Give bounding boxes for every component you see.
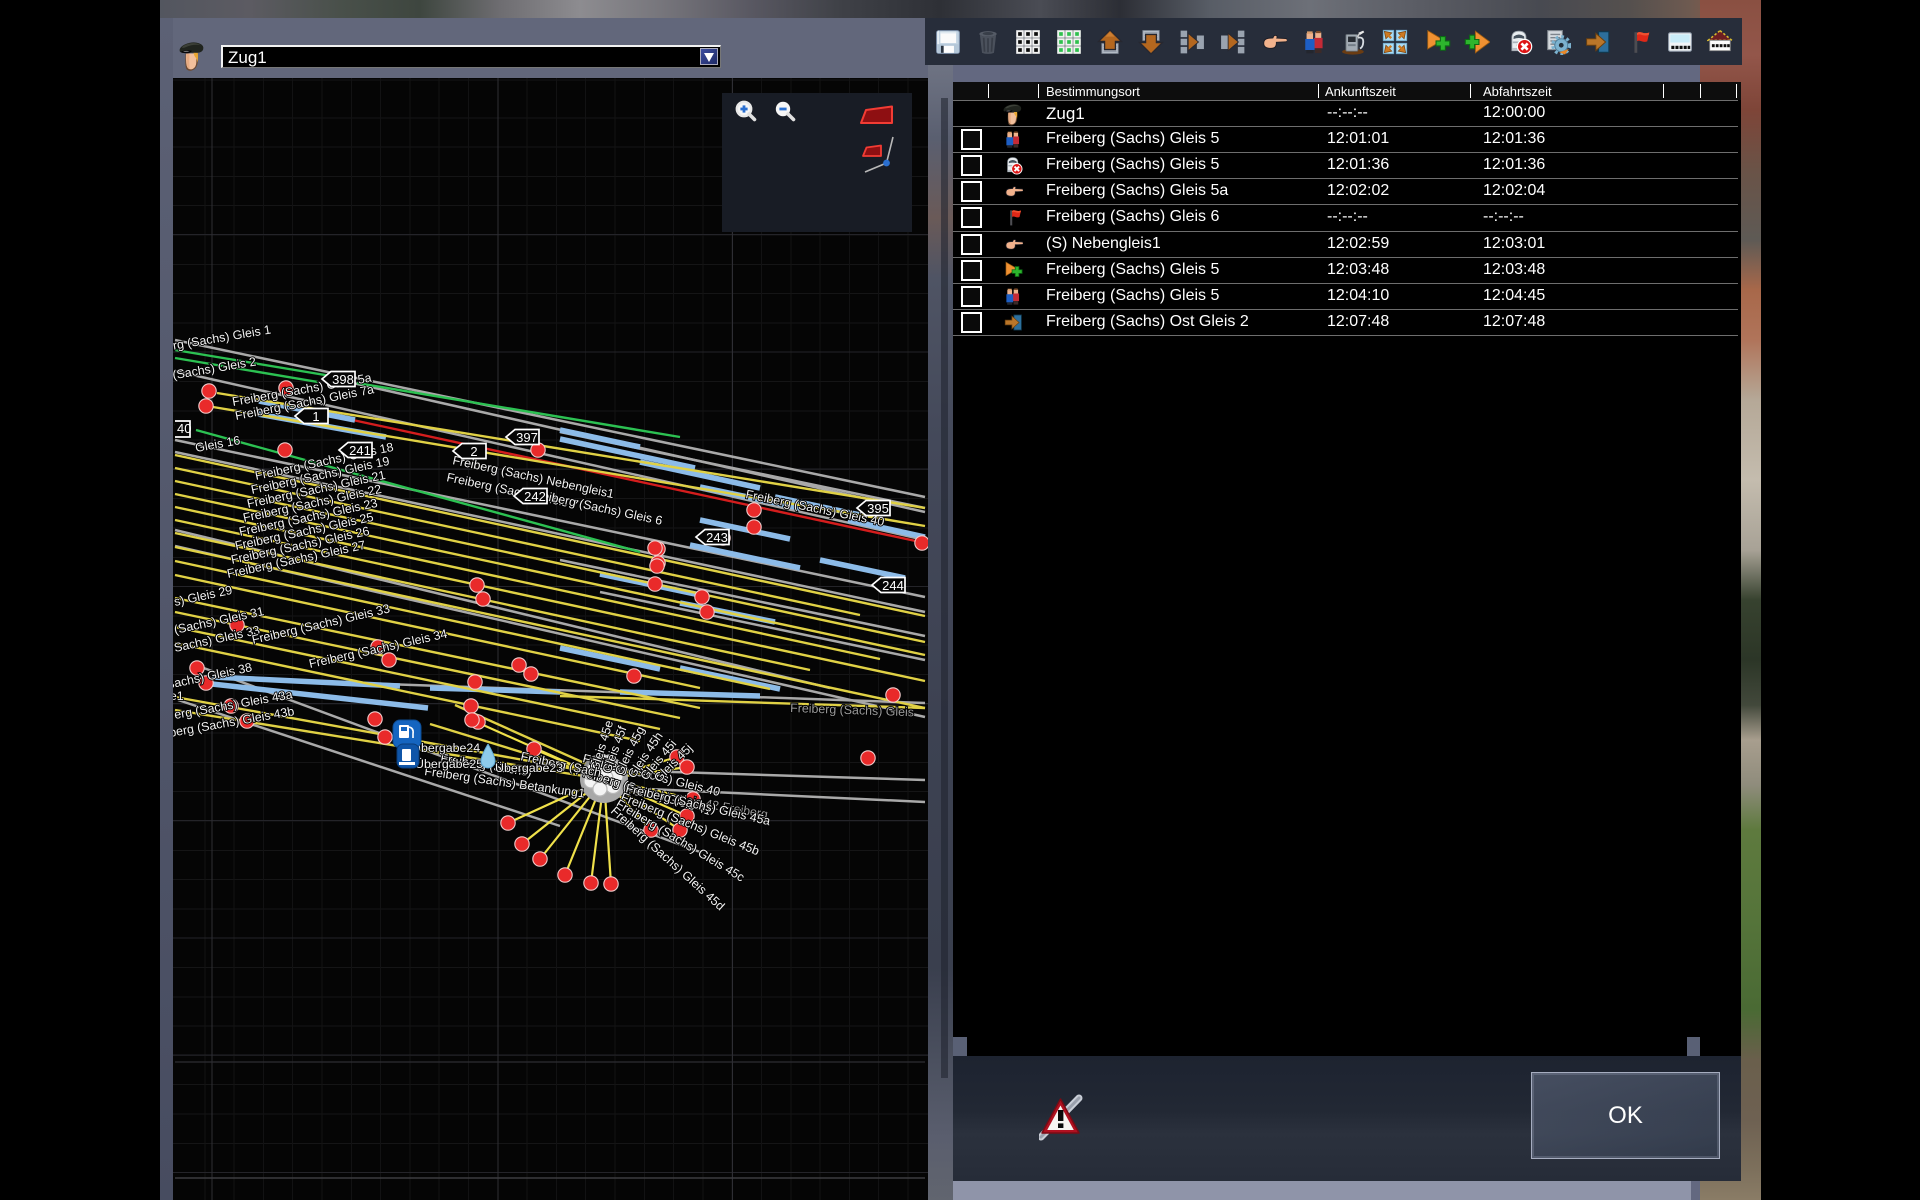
svg-text:242: 242 <box>524 489 546 504</box>
svg-text:be1: be1 <box>173 689 184 703</box>
svg-text:244: 244 <box>882 578 904 593</box>
svg-text:Freiberg (Sachs) Gleis: Freiberg (Sachs) Gleis <box>790 701 914 719</box>
svg-text:395: 395 <box>867 501 889 516</box>
svg-text:1: 1 <box>312 409 319 424</box>
svg-text:Übergabe24: Übergabe24 <box>412 741 480 755</box>
svg-text:241: 241 <box>349 443 371 458</box>
svg-text:Übergabe23: Übergabe23 <box>495 761 563 775</box>
svg-text:2: 2 <box>470 444 477 459</box>
svg-text:Übergabe25: Übergabe25 <box>415 757 483 771</box>
svg-text:40: 40 <box>177 421 191 436</box>
svg-text:243: 243 <box>706 530 728 545</box>
svg-text:398: 398 <box>332 372 354 387</box>
svg-text:397: 397 <box>516 430 538 445</box>
